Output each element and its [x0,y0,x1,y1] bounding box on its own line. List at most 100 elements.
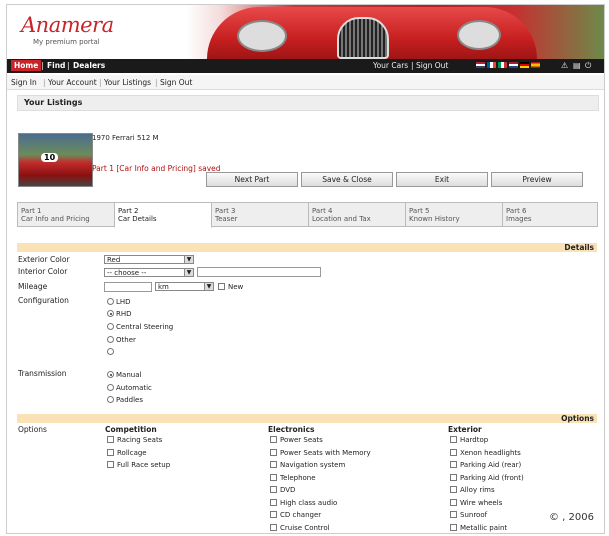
config-other-label: Other [116,336,136,344]
flag-us-icon[interactable] [476,62,485,68]
tab-part-1[interactable]: Part 1 Car Info and Pricing [17,202,115,227]
option-checkbox[interactable] [270,474,277,481]
config-rhd-radio[interactable] [107,310,114,317]
power-icon[interactable]: ⏻ [585,61,591,71]
option-checkbox[interactable] [107,449,114,456]
tab-part-6[interactable]: Part 6 Images [502,202,598,227]
tab-part-5[interactable]: Part 5 Known History [405,202,503,227]
exterior-heading: Exterior [448,425,482,434]
option-label: Cruise Control [280,524,330,532]
new-checkbox[interactable] [218,283,225,290]
mileage-unit-select[interactable]: km ▼ [155,282,214,291]
header-banner: Anamera My premium portal [7,5,604,59]
exit-button[interactable]: Exit [396,172,488,187]
transmission-paddles-radio[interactable] [107,396,114,403]
tab-title: Car Info and Pricing [21,215,90,223]
option-checkbox[interactable] [270,511,277,518]
race-number: 10 [41,153,59,162]
option-checkbox[interactable] [450,461,457,468]
transmission-automatic-radio[interactable] [107,384,114,391]
config-lhd-label: LHD [116,298,131,306]
option-checkbox[interactable] [270,486,277,493]
details-band: Details [17,243,597,252]
config-other-radio[interactable] [107,336,114,343]
next-part-button[interactable]: Next Part [206,172,298,187]
preview-button[interactable]: Preview [491,172,583,187]
option-checkbox[interactable] [450,499,457,506]
warning-icon[interactable]: ⚠ [561,61,568,70]
interior-color-text[interactable] [197,267,321,277]
nav-home[interactable]: Home [11,60,42,71]
exterior-color-select[interactable]: Red ▼ [104,255,194,264]
subnav-your-account[interactable]: Your Account [48,78,97,87]
option-label: DVD [280,486,296,494]
option-checkbox[interactable] [270,524,277,531]
option-checkbox[interactable] [270,499,277,506]
config-blank-radio[interactable] [107,348,114,355]
option-checkbox[interactable] [107,436,114,443]
section-header: Your Listings [17,95,599,111]
print-icon[interactable]: ▤ [573,61,581,70]
language-flags [476,62,542,71]
headlight-right [457,20,501,50]
nav-find[interactable]: Find [47,61,65,70]
option-checkbox[interactable] [107,461,114,468]
tab-part-label: Part 1 [21,207,42,215]
tab-part-2[interactable]: Part 2 Car Details [114,202,212,228]
site-logo[interactable]: Anamera [21,13,114,37]
interior-color-select[interactable]: -- choose -- ▼ [104,268,194,277]
option-checkbox[interactable] [270,449,277,456]
flag-es-icon[interactable] [531,62,540,68]
listing-thumbnail[interactable]: 10 [18,133,93,187]
copyright-text: © , 2006 [549,512,594,523]
option-label: Xenon headlights [460,449,521,457]
option-label: Racing Seats [117,436,163,444]
option-checkbox[interactable] [270,461,277,468]
tab-title: Known History [409,215,460,223]
options-band: Options [17,414,597,423]
option-checkbox[interactable] [450,436,457,443]
option-checkbox[interactable] [450,524,457,531]
nav-dealers[interactable]: Dealers [73,61,105,70]
page-title: Your Listings [24,98,83,107]
electronics-heading: Electronics [268,425,315,434]
exterior-color-value: Red [107,256,121,264]
option-label: Power Seats with Memory [280,449,371,457]
options-label: Options [18,425,47,434]
option-label: Power Seats [280,436,323,444]
chevron-down-icon: ▼ [184,256,193,263]
flag-de-icon[interactable] [520,62,529,68]
details-band-title: Details [564,243,594,252]
interior-color-value: -- choose -- [107,269,147,277]
option-checkbox[interactable] [450,474,457,481]
chevron-down-icon: ▼ [204,283,213,290]
subnav-your-listings[interactable]: Your Listings [104,78,151,87]
transmission-paddles-label: Paddles [116,396,143,404]
wizard-tabs: Part 1 Car Info and Pricing Part 2 Car Det… [17,202,598,228]
save-close-button[interactable]: Save & Close [301,172,393,187]
nav-sign-out[interactable]: Sign Out [416,61,448,70]
option-label: Metallic paint [460,524,508,532]
tab-part-label: Part 5 [409,207,430,215]
flag-nl-icon[interactable] [509,62,518,68]
config-lhd-radio[interactable] [107,298,114,305]
tab-part-4[interactable]: Part 4 Location and Tax [308,202,406,227]
transmission-automatic-label: Automatic [116,384,152,392]
option-checkbox[interactable] [450,486,457,493]
flag-fr-icon[interactable] [487,62,496,68]
config-central-radio[interactable] [107,323,114,330]
mileage-input[interactable] [104,282,152,292]
nav-your-cars[interactable]: Your Cars [373,61,408,70]
tab-title: Location and Tax [312,215,371,223]
flag-it-icon[interactable] [498,62,507,68]
option-checkbox[interactable] [270,436,277,443]
option-checkbox[interactable] [450,449,457,456]
tab-part-label: Part 2 [118,207,139,215]
subnav-sign-in[interactable]: Sign In [11,78,37,87]
option-label: Hardtop [460,436,489,444]
tab-part-3[interactable]: Part 3 Teaser [211,202,309,227]
subnav-sign-out[interactable]: Sign Out [160,78,192,87]
mileage-unit-value: km [158,283,169,291]
option-checkbox[interactable] [450,511,457,518]
transmission-manual-radio[interactable] [107,371,114,378]
